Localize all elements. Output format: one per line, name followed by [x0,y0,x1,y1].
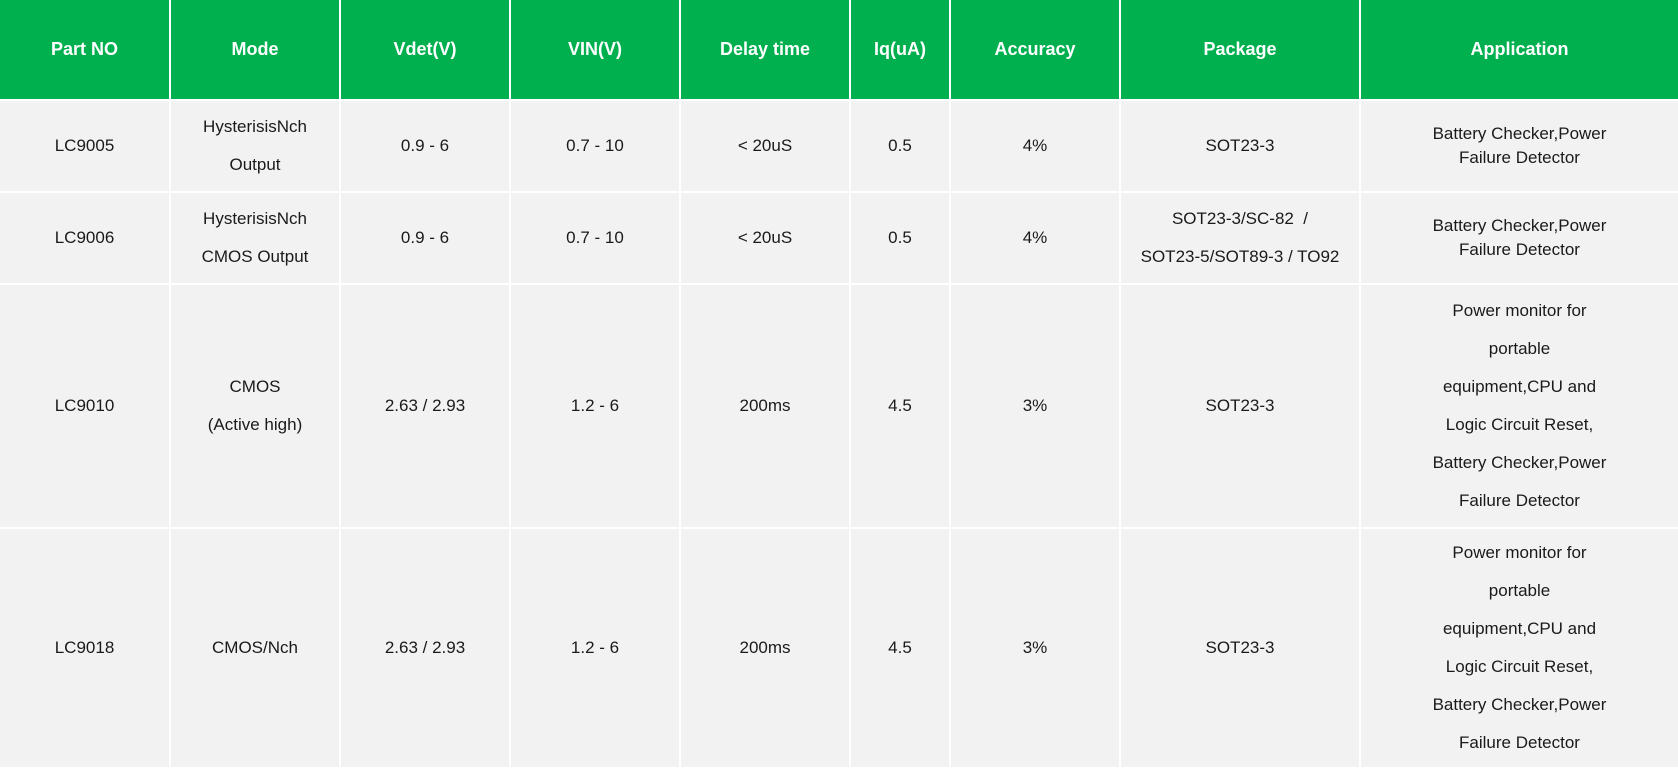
cell-vin: 0.7 - 10 [510,100,681,193]
cell-vdet: 2.63 / 2.93 [340,284,511,529]
cell-delay-time: 200ms [680,528,851,767]
cell-package-line: SOT23-5/SOT89-3 / TO92 [1140,247,1340,266]
cell-vdet: 2.63 / 2.93 [340,528,511,767]
table-row: LC9010 CMOS (Active high) 2.63 / 2.93 1.… [0,284,1678,529]
header-accuracy: Accuracy [950,0,1121,101]
cell-application-line: Logic Circuit Reset, [1445,415,1594,434]
cell-application-line: portable [1488,581,1551,600]
cell-accuracy: 3% [950,528,1121,767]
table-row: LC9018 CMOS/Nch 2.63 / 2.93 1.2 - 6 200m… [0,528,1678,767]
cell-application: Power monitor for portable equipment,CPU… [1360,284,1678,529]
cell-accuracy: 4% [950,100,1121,193]
header-application: Application [1360,0,1678,101]
cell-mode-line: HysterisisNch [203,209,307,228]
cell-package: SOT23-3 [1120,528,1361,767]
cell-vin: 0.7 - 10 [510,192,681,285]
cell-vdet: 0.9 - 6 [340,192,511,285]
cell-iq: 4.5 [850,528,951,767]
header-iq: Iq(uA) [850,0,951,101]
cell-iq: 4.5 [850,284,951,529]
cell-application: Power monitor for portable equipment,CPU… [1360,528,1678,767]
cell-package: SOT23-3 [1120,284,1361,529]
cell-part-no: LC9018 [0,528,171,767]
cell-application-line: Power monitor for [1452,301,1587,320]
cell-delay-time: 200ms [680,284,851,529]
cell-mode-line: CMOS [229,377,281,396]
cell-package: SOT23-3 [1120,100,1361,193]
cell-part-no: LC9006 [0,192,171,285]
cell-application-line: Failure Detector [1459,491,1580,510]
cell-iq: 0.5 [850,192,951,285]
cell-mode: CMOS/Nch [170,528,341,767]
cell-vin: 1.2 - 6 [510,284,681,529]
header-package: Package [1120,0,1361,101]
cell-application-line: Battery Checker,Power [1432,453,1607,472]
cell-mode: HysterisisNch CMOS Output [170,192,341,285]
cell-mode-line: CMOS Output [201,247,309,266]
cell-mode-line: Output [229,155,281,174]
cell-application-line: equipment,CPU and [1442,377,1597,396]
header-delay-time: Delay time [680,0,851,101]
cell-mode-line: HysterisisNch [203,117,307,136]
table-header-row: Part NO Mode Vdet(V) VIN(V) Delay time I… [0,0,1678,101]
cell-application-line: Battery Checker,Power [1432,216,1607,235]
cell-delay-time: < 20uS [680,100,851,193]
cell-application-line: Battery Checker,Power [1432,695,1607,714]
header-vdet: Vdet(V) [340,0,511,101]
cell-application-line: Power monitor for [1452,543,1587,562]
cell-application-line: Battery Checker,Power [1432,124,1607,143]
cell-application: Battery Checker,Power Failure Detector [1360,192,1678,285]
cell-package-line: SOT23-3 [1205,638,1275,657]
cell-application-line: Failure Detector [1459,733,1580,752]
cell-package-line: SOT23-3/SC-82 / [1171,209,1309,228]
cell-mode-line: CMOS/Nch [212,638,298,657]
cell-package: SOT23-3/SC-82 / SOT23-5/SOT89-3 / TO92 [1120,192,1361,285]
cell-application-line: Failure Detector [1459,148,1580,167]
product-table: Part NO Mode Vdet(V) VIN(V) Delay time I… [0,0,1678,767]
cell-mode-line: (Active high) [207,415,303,434]
cell-vdet: 0.9 - 6 [340,100,511,193]
cell-application-line: equipment,CPU and [1442,619,1597,638]
cell-vin: 1.2 - 6 [510,528,681,767]
header-part-no: Part NO [0,0,171,101]
cell-application-line: Failure Detector [1459,240,1580,259]
header-vin: VIN(V) [510,0,681,101]
cell-package-line: SOT23-3 [1205,396,1275,415]
cell-application: Battery Checker,Power Failure Detector [1360,100,1678,193]
cell-mode: CMOS (Active high) [170,284,341,529]
cell-application-line: portable [1488,339,1551,358]
header-mode: Mode [170,0,341,101]
cell-package-line: SOT23-3 [1205,136,1275,155]
cell-delay-time: < 20uS [680,192,851,285]
cell-iq: 0.5 [850,100,951,193]
table-row: LC9006 HysterisisNch CMOS Output 0.9 - 6… [0,192,1678,285]
cell-accuracy: 3% [950,284,1121,529]
cell-mode: HysterisisNch Output [170,100,341,193]
cell-application-line: Logic Circuit Reset, [1445,657,1594,676]
cell-accuracy: 4% [950,192,1121,285]
cell-part-no: LC9010 [0,284,171,529]
table-row: LC9005 HysterisisNch Output 0.9 - 6 0.7 … [0,100,1678,193]
cell-part-no: LC9005 [0,100,171,193]
